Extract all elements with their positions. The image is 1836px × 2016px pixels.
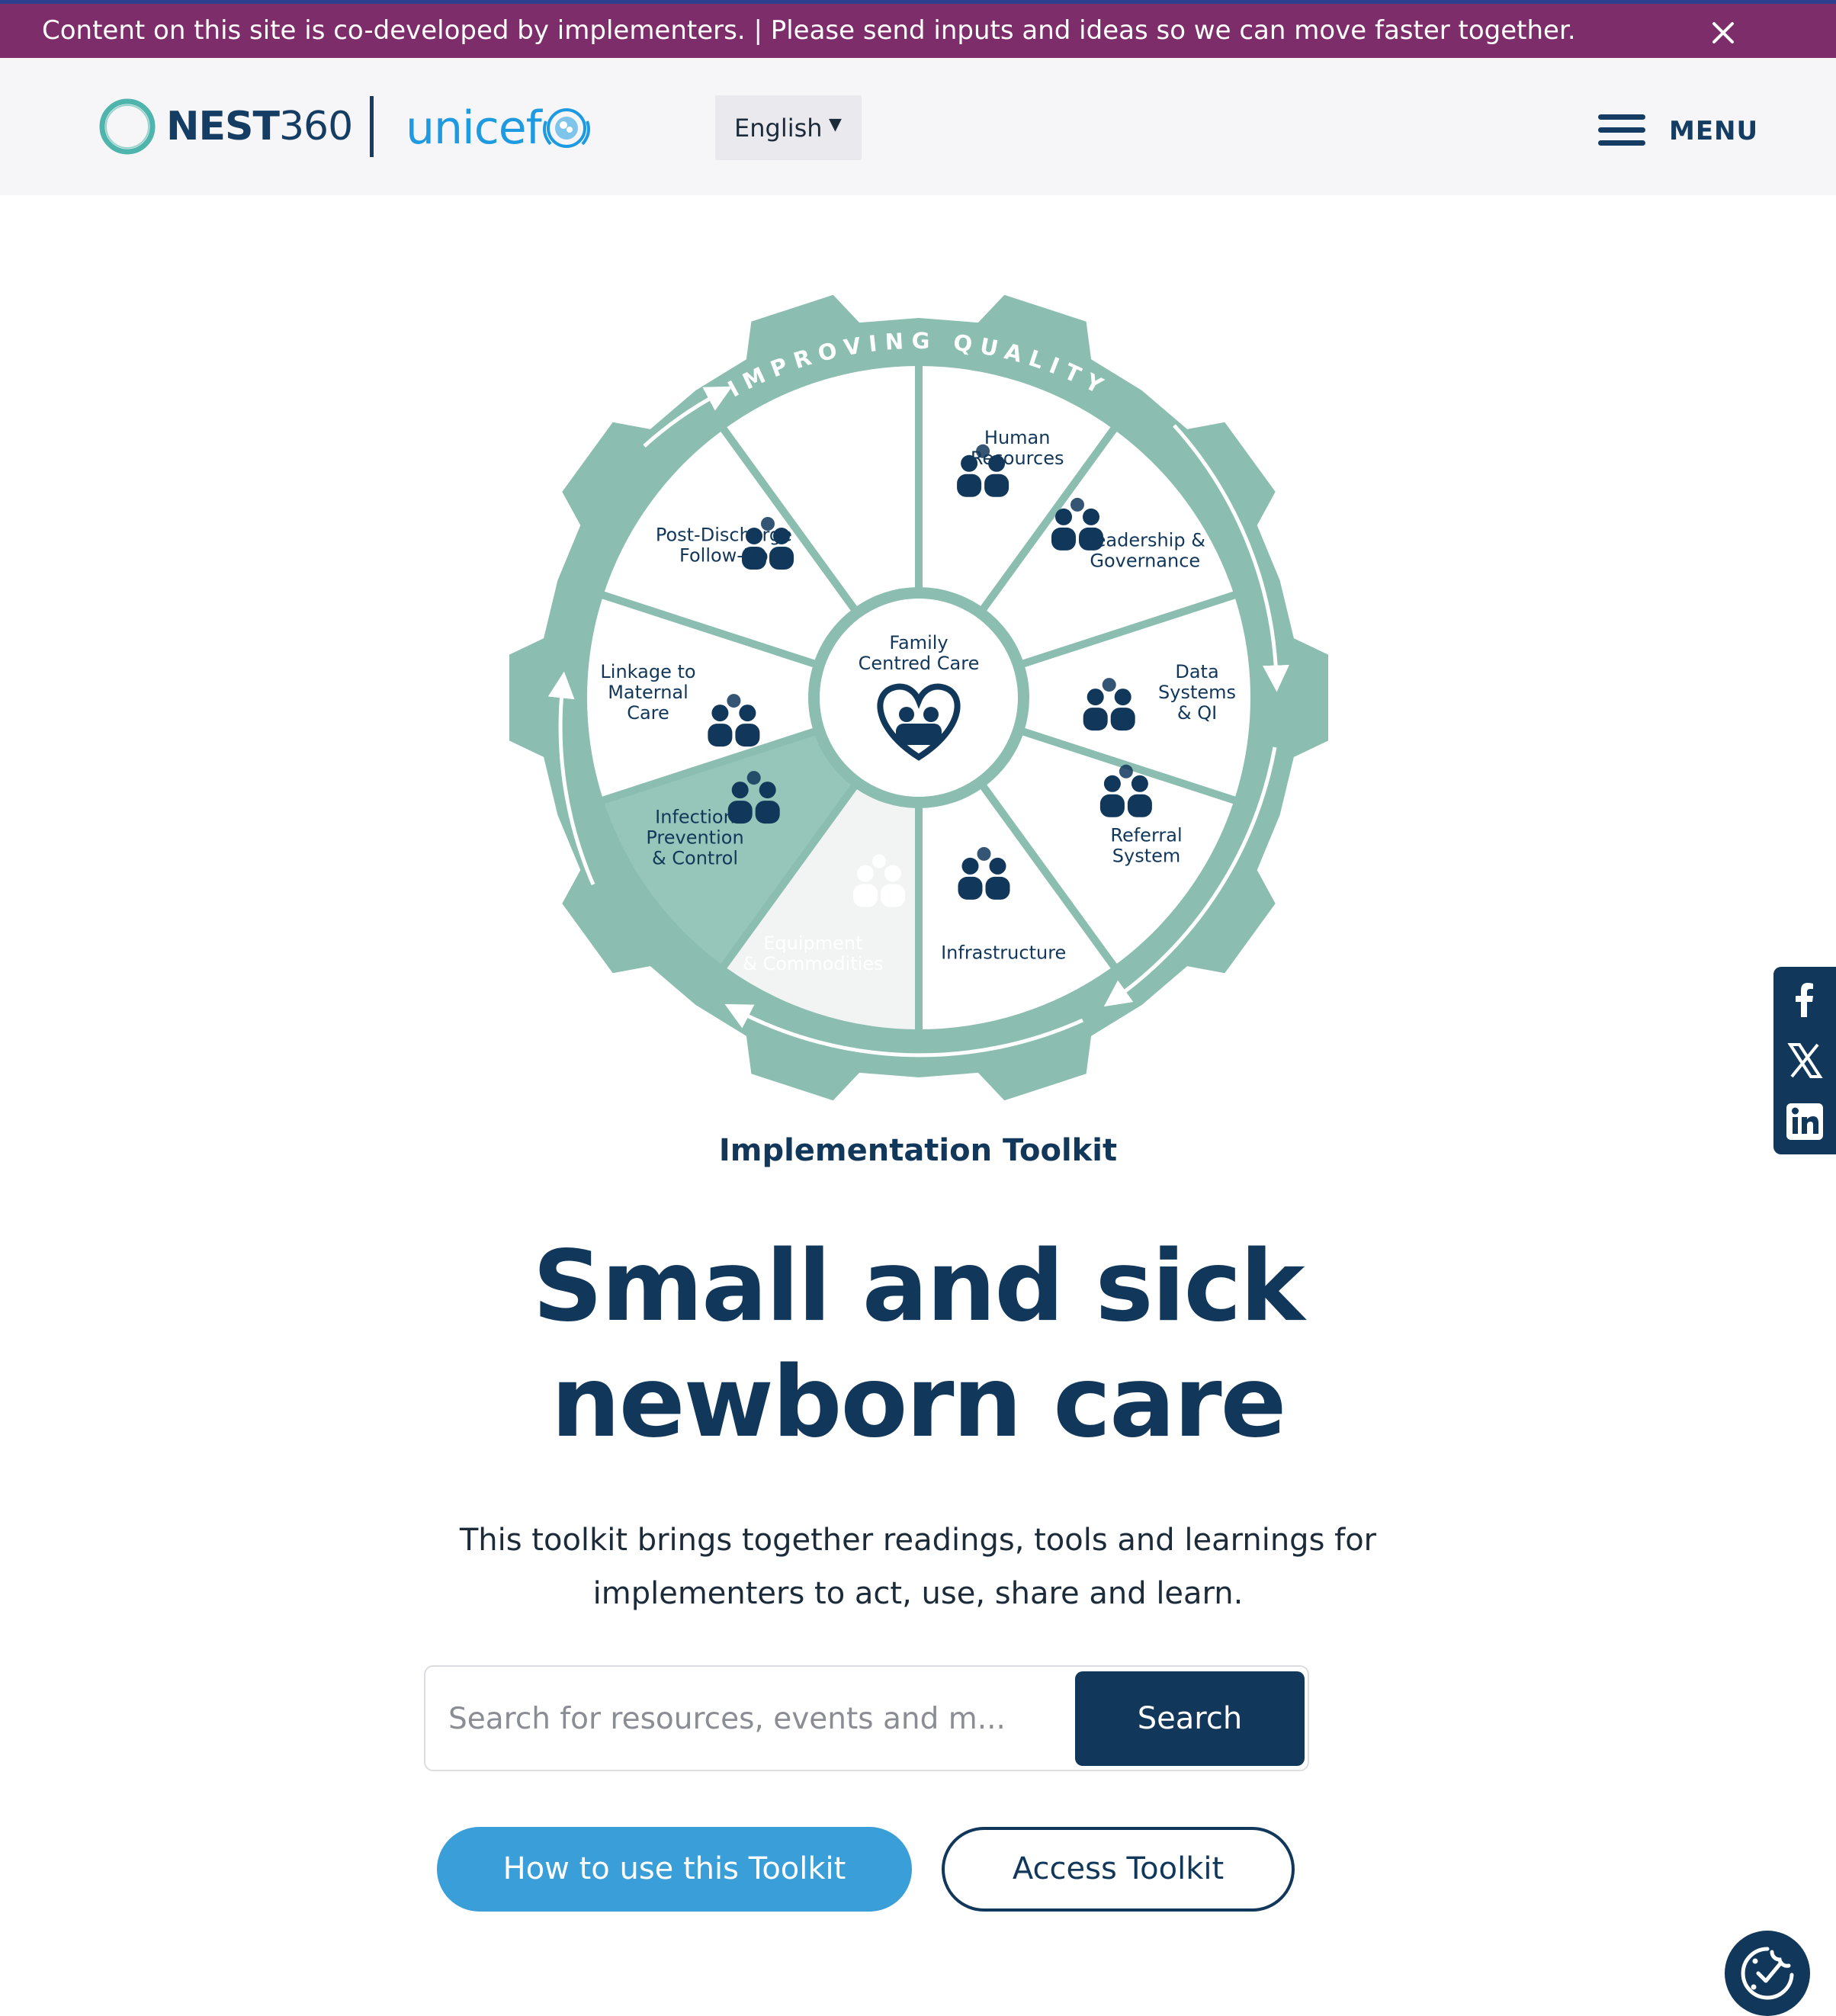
page-title-line-1: Small and sick	[532, 1230, 1305, 1343]
close-icon[interactable]	[1706, 16, 1740, 50]
segment-label: Infection Prevention & Control	[646, 807, 743, 869]
language-label: English	[734, 114, 823, 143]
cookie-consent-icon	[1741, 1947, 1794, 2000]
intro-line-2: implementers to act, use, share and lear…	[592, 1576, 1244, 1611]
language-select[interactable]: English ▼	[715, 95, 862, 160]
facebook-link[interactable]	[1773, 970, 1836, 1029]
intro-line-1: This toolkit brings together readings, t…	[459, 1523, 1377, 1558]
unicef-emblem-icon	[543, 108, 590, 148]
toolkit-wheel-diagram: IMPROVING QUALITY FinancingHumanResource…	[509, 294, 1328, 1101]
social-share-rail	[1773, 967, 1836, 1154]
segment-label: Leadership & Governance	[1085, 530, 1205, 572]
page-title: Small and sick newborn care	[0, 1229, 1836, 1461]
toolkit-kicker: Implementation Toolkit	[718, 1133, 1118, 1168]
how-to-use-button[interactable]: How to use this Toolkit	[437, 1827, 912, 1912]
segment-label: Infrastructure	[941, 942, 1066, 963]
banner-text: Content on this site is co-developed by …	[42, 15, 1576, 46]
nest360-logo-icon[interactable]	[98, 97, 157, 156]
segment-label: Referral System	[1110, 824, 1182, 866]
cookie-consent-button[interactable]	[1725, 1931, 1810, 2016]
menu-button[interactable]: MENU	[1598, 111, 1757, 149]
hamburger-icon	[1598, 114, 1645, 146]
menu-label: MENU	[1669, 116, 1759, 146]
segment-label: Human Resources	[971, 427, 1064, 469]
access-toolkit-button[interactable]: Access Toolkit	[942, 1827, 1295, 1912]
search-button[interactable]: Search	[1075, 1671, 1305, 1766]
search-input[interactable]	[448, 1682, 1028, 1755]
site-header: NEST360 unicef English ▼ MENU	[0, 58, 1836, 195]
facebook-icon	[1796, 983, 1813, 1017]
announcement-banner: Content on this site is co-developed by …	[0, 0, 1836, 58]
x-icon	[1787, 1043, 1823, 1078]
x-link[interactable]	[1773, 1031, 1836, 1090]
intro-text: This toolkit brings together readings, t…	[422, 1514, 1414, 1620]
unicef-logo[interactable]: unicef	[406, 101, 542, 155]
page-title-line-2: newborn care	[550, 1346, 1287, 1459]
logo-divider	[370, 96, 374, 157]
caret-down-icon: ▼	[829, 115, 842, 134]
search-bar: Search	[424, 1665, 1309, 1771]
nest360-logo[interactable]: NEST360	[166, 104, 353, 149]
segment-label: Equipment & Commodities	[743, 933, 883, 974]
